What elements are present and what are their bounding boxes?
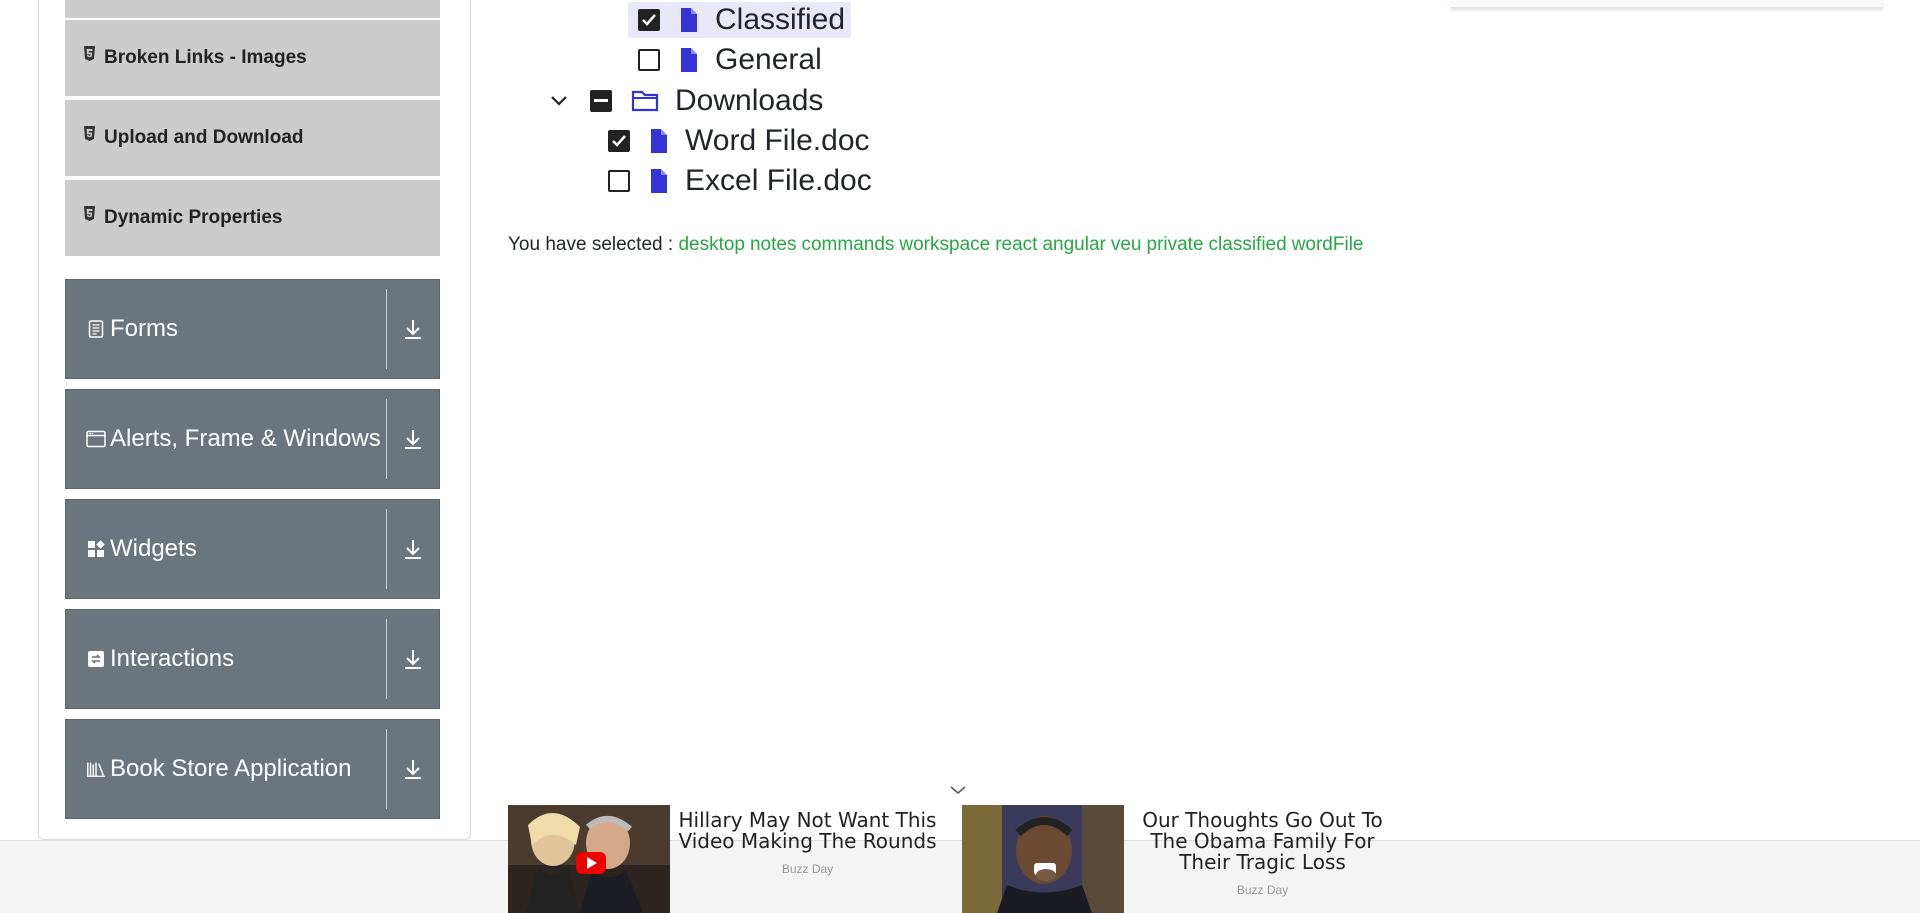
group-forms[interactable]: Forms: [65, 279, 440, 379]
checkbox-unchecked[interactable]: [608, 170, 630, 192]
html-icon: [83, 126, 96, 144]
group-divider: [386, 509, 387, 589]
file-icon: [679, 7, 699, 33]
group-book-store[interactable]: Book Store Application: [65, 719, 440, 819]
download-icon[interactable]: [387, 318, 439, 340]
footer-band: [0, 840, 1920, 913]
sidebar-item-label: Broken Links - Images: [104, 47, 307, 68]
group-divider: [386, 399, 387, 479]
ad-collapse-chevron-icon[interactable]: [949, 782, 967, 800]
group-divider: [386, 619, 387, 699]
tree-node-classified[interactable]: Classified: [628, 2, 852, 38]
download-icon[interactable]: [387, 758, 439, 780]
ad-title-1[interactable]: Hillary May Not Want This Video Making T…: [675, 810, 940, 852]
group-label: Widgets: [110, 535, 197, 562]
tree-node-label[interactable]: General: [715, 43, 822, 77]
sidebar-item-broken-links[interactable]: Broken Links - Images: [65, 20, 440, 98]
ad-source-2: Buzz Day: [1236, 883, 1289, 897]
folder-icon: [631, 90, 659, 112]
result-item: react: [995, 234, 1038, 255]
result-prefix: You have selected :: [508, 234, 674, 255]
file-icon: [649, 168, 669, 194]
result-item: angular: [1042, 234, 1106, 255]
sidebar-item-label: Dynamic Properties: [104, 207, 283, 228]
checkbox-unchecked[interactable]: [638, 49, 660, 71]
result-item: notes: [749, 234, 797, 255]
books-icon: [86, 760, 106, 778]
sidebar-item-partial[interactable]: [65, 0, 440, 18]
checkbox-checked[interactable]: [638, 9, 660, 31]
group-label: Book Store Application: [110, 755, 352, 782]
checkbox-indeterminate[interactable]: [590, 90, 612, 112]
form-icon: [86, 320, 106, 338]
group-widgets[interactable]: Widgets: [65, 499, 440, 599]
ad-source-1: Buzz Day: [781, 862, 834, 876]
group-label: Alerts, Frame & Windows: [110, 425, 381, 452]
html-icon: [83, 206, 96, 224]
window-icon: [86, 430, 106, 448]
ad-title-2[interactable]: Our Thoughts Go Out To The Obama Family …: [1135, 810, 1390, 873]
result-item: wordFile: [1291, 234, 1364, 255]
checkbox-checked[interactable]: [608, 130, 630, 152]
ad-image-1[interactable]: [508, 805, 670, 913]
result-item: classified: [1208, 234, 1287, 255]
group-label: Forms: [110, 315, 178, 342]
group-interactions[interactable]: Interactions: [65, 609, 440, 709]
download-icon[interactable]: [387, 428, 439, 450]
tree-node-label[interactable]: Classified: [715, 3, 845, 37]
tree-node-word-file[interactable]: Word File.doc: [608, 123, 870, 159]
tree-node-label[interactable]: Downloads: [675, 84, 823, 118]
selection-result: You have selected : desktop notes commands…: [508, 234, 1369, 256]
ad-image-2[interactable]: [962, 805, 1124, 913]
tree-node-label[interactable]: Excel File.doc: [685, 164, 872, 198]
group-divider: [386, 289, 387, 369]
sidebar-item-label: Upload and Download: [104, 127, 304, 148]
tree-node-excel-file[interactable]: Excel File.doc: [608, 163, 872, 199]
result-item: workspace: [899, 234, 991, 255]
group-label: Interactions: [110, 645, 235, 672]
download-icon[interactable]: [387, 538, 439, 560]
sidebar-item-upload-download[interactable]: Upload and Download: [65, 100, 440, 178]
tree-node-general[interactable]: General: [638, 42, 822, 78]
result-items: desktop notes commands workspace react angula…: [678, 234, 1368, 255]
tree-node-downloads[interactable]: Downloads: [550, 83, 823, 119]
file-icon: [679, 47, 699, 73]
widgets-icon: [86, 540, 106, 558]
download-icon[interactable]: [387, 648, 439, 670]
interactions-icon: [86, 650, 106, 668]
result-item: desktop: [678, 234, 745, 255]
result-item: private: [1146, 234, 1204, 255]
chevron-down-icon[interactable]: [550, 95, 570, 107]
html-icon: [83, 46, 96, 64]
group-divider: [386, 729, 387, 809]
result-item: commands: [801, 234, 895, 255]
result-item: veu: [1110, 234, 1142, 255]
tree-node-label[interactable]: Word File.doc: [685, 124, 870, 158]
top-dropdown-edge: [1450, 0, 1882, 8]
sidebar-item-dynamic-properties[interactable]: Dynamic Properties: [65, 180, 440, 258]
file-icon: [649, 128, 669, 154]
group-alerts-frame-windows[interactable]: Alerts, Frame & Windows: [65, 389, 440, 489]
